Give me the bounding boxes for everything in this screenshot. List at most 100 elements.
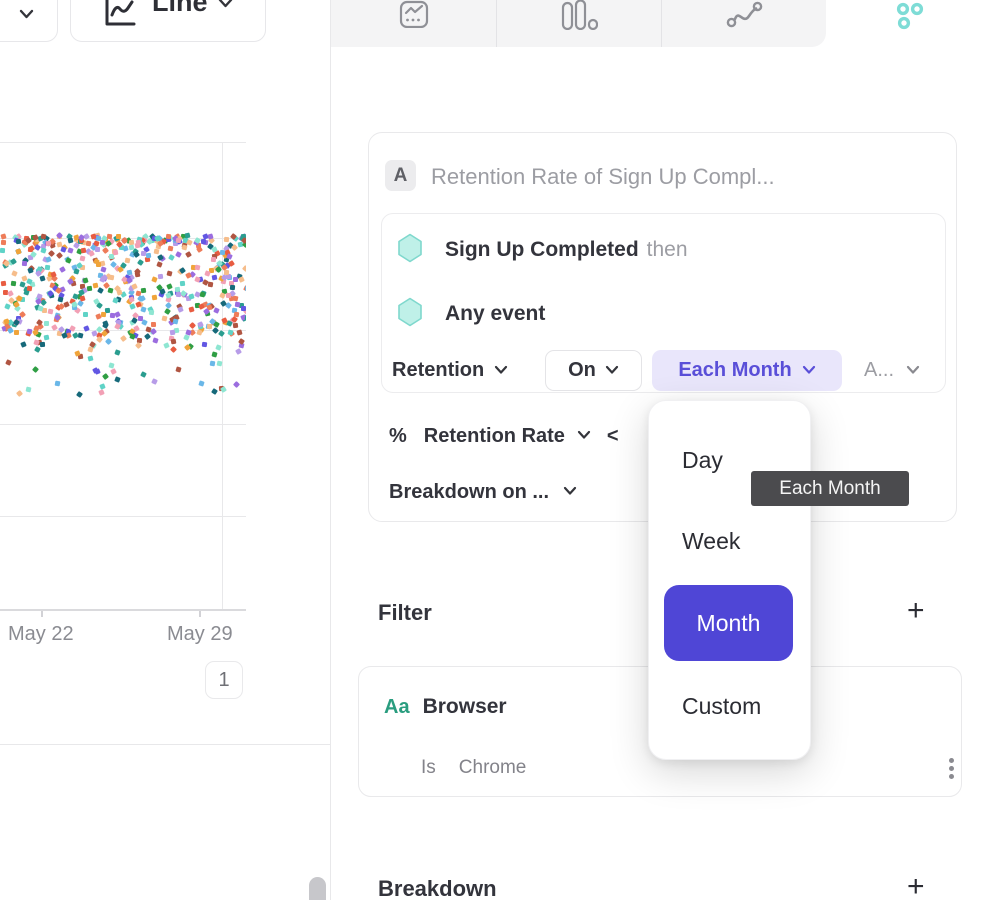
percent-label: % [389, 425, 407, 448]
scatter-point [172, 318, 178, 324]
scatter-point [58, 296, 64, 302]
scatter-point [15, 239, 21, 245]
scatter-point [11, 270, 18, 277]
scatter-point [60, 246, 66, 252]
scatter-point [212, 275, 218, 281]
scatter-point [26, 285, 32, 291]
tab-line-chart[interactable] [331, 0, 496, 47]
query-label-text: A [394, 165, 408, 187]
scatter-point [1, 240, 6, 245]
scatter-point [144, 333, 151, 340]
filter-condition-row[interactable]: Is Chrome [421, 757, 526, 779]
scatter-point [112, 249, 118, 255]
scatter-point [236, 329, 242, 335]
scatter-point [67, 238, 73, 244]
scatter-point [92, 282, 98, 288]
scatter-point [128, 244, 134, 250]
scatter-point [96, 262, 101, 267]
scatter-point [188, 306, 194, 312]
filter-operator: Is [421, 757, 436, 779]
scatter-point [141, 319, 148, 326]
scatter-point [224, 270, 229, 275]
scatter-point [168, 254, 175, 261]
scatter-point [220, 249, 226, 255]
scatter-point [107, 234, 113, 240]
scatter-point [213, 307, 220, 314]
menu-item-month-selected[interactable]: Month [664, 585, 793, 661]
scatter-point [204, 270, 210, 276]
scatter-point [120, 335, 127, 342]
scatter-point [202, 342, 208, 348]
scatter-point [186, 239, 193, 246]
page-badge-label: 1 [218, 669, 229, 692]
chevron-down-icon [605, 362, 619, 380]
scatter-point [0, 248, 5, 253]
add-filter-button[interactable]: + [907, 596, 925, 626]
scatter-point [183, 334, 190, 341]
scatter-point [33, 339, 39, 345]
hexagon-event-icon [397, 297, 423, 332]
tooltip: Each Month [751, 471, 909, 506]
page-badge[interactable]: 1 [205, 661, 243, 699]
scatter-point [141, 251, 146, 256]
scatter-point [76, 391, 83, 398]
scatter-point [146, 253, 152, 259]
tab-scatter-active[interactable] [871, 0, 951, 47]
scatter-point [233, 311, 239, 317]
scatter-point [21, 342, 28, 349]
scatter-point [233, 322, 239, 328]
scatter-point [171, 339, 177, 345]
scatter-point [215, 266, 222, 273]
measure-type-dropdown[interactable]: Retention [392, 350, 508, 391]
scatter-point [95, 247, 100, 252]
events-card: Sign Up Completed then Any event Retenti… [381, 213, 946, 393]
scrollbar-thumb[interactable] [309, 877, 326, 900]
scatter-point [79, 295, 85, 301]
scatter-point [46, 241, 51, 246]
scatter-point [185, 251, 192, 258]
scatter-point [175, 238, 181, 244]
add-breakdown-button[interactable]: + [907, 872, 925, 900]
breakdown-section-title: Breakdown [378, 876, 497, 900]
hexagon-event-icon [397, 233, 423, 268]
chevron-down-icon [802, 362, 816, 380]
kebab-menu-icon[interactable] [946, 755, 956, 782]
scatter-point [164, 308, 171, 315]
menu-item-custom[interactable]: Custom [682, 693, 761, 720]
scatter-point [199, 291, 205, 297]
menu-item-day[interactable]: Day [682, 447, 723, 474]
scatter-point [233, 381, 240, 388]
breakdown-on-dropdown[interactable]: Breakdown on ... [389, 477, 577, 507]
interval-label: Each Month [678, 359, 791, 382]
truncated-dropdown[interactable]: A... [864, 350, 920, 391]
scatter-point [114, 311, 121, 318]
scatter-point [167, 246, 173, 252]
scatter-point [40, 275, 46, 281]
on-dropdown[interactable]: On [545, 350, 642, 391]
scatter-point [25, 386, 31, 392]
scatter-point [101, 373, 108, 380]
tooltip-text: Each Month [779, 478, 880, 500]
chart-plot: May 22 May 29 1 [0, 0, 330, 744]
scatter-point [201, 239, 206, 244]
interval-dropdown[interactable]: Each Month [652, 350, 842, 391]
filter-property-row[interactable]: Aa Browser [384, 695, 507, 719]
measure-dropdown[interactable]: % Retention Rate < [389, 421, 619, 451]
tab-flow-chart[interactable] [661, 0, 826, 47]
scatter-point [153, 249, 159, 255]
query-title[interactable]: Retention Rate of Sign Up Compl... [431, 164, 775, 190]
scatter-point [96, 335, 103, 342]
scatter-point [211, 388, 218, 395]
hidden-control-fragment[interactable]: < [607, 425, 619, 448]
event-row-a[interactable]: Sign Up Completed then [397, 234, 688, 266]
event-row-b[interactable]: Any event [397, 298, 553, 330]
scatter-point [226, 253, 233, 260]
menu-item-week[interactable]: Week [682, 528, 740, 555]
tab-bar-chart[interactable] [496, 0, 661, 47]
measure-type-label: Retention [392, 359, 484, 382]
x-axis-tick [199, 611, 201, 617]
scatter-point [180, 281, 185, 286]
scatter-point [153, 337, 159, 343]
chevron-down-icon [577, 427, 591, 445]
scatter-point [99, 240, 105, 246]
